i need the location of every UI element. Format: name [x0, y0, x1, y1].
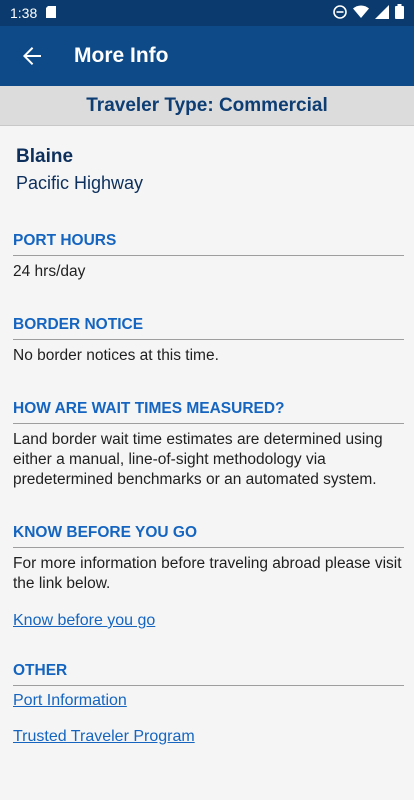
port-header: Blaine Pacific Highway — [0, 126, 414, 194]
page-title: More Info — [74, 44, 169, 67]
know-before-link[interactable]: Know before you go — [13, 612, 155, 630]
traveler-type-label: Traveler Type: Commercial — [86, 94, 328, 116]
trusted-traveler-link[interactable]: Trusted Traveler Program — [13, 728, 195, 746]
battery-icon — [395, 4, 404, 22]
sd-card-icon — [45, 5, 57, 22]
section-other: OTHER Port Information Trusted Traveler … — [0, 662, 414, 746]
port-hours-text: 24 hrs/day — [13, 263, 86, 280]
wifi-icon — [353, 5, 369, 21]
back-button[interactable] — [12, 36, 52, 76]
section-wait-times: HOW ARE WAIT TIMES MEASURED? Land border… — [0, 400, 414, 490]
signal-icon — [375, 4, 389, 22]
section-know-before: KNOW BEFORE YOU GO For more information … — [0, 524, 414, 630]
section-heading: OTHER — [13, 662, 404, 686]
section-border-notice: BORDER NOTICE No border notices at this … — [0, 316, 414, 366]
status-icons — [333, 4, 404, 22]
port-information-link[interactable]: Port Information — [13, 692, 127, 710]
traveler-type-banner: Traveler Type: Commercial — [0, 86, 414, 126]
app-bar: More Info — [0, 26, 414, 86]
wait-times-text: Land border wait time estimates are dete… — [13, 431, 383, 488]
arrow-left-icon — [23, 47, 41, 65]
section-heading: KNOW BEFORE YOU GO — [13, 524, 404, 548]
do-not-disturb-icon — [333, 4, 347, 22]
know-before-text: For more information before traveling ab… — [13, 555, 402, 592]
status-bar: 1:38 — [0, 0, 414, 26]
port-name: Blaine — [16, 146, 74, 167]
section-port-hours: PORT HOURS 24 hrs/day — [0, 232, 414, 282]
section-heading: HOW ARE WAIT TIMES MEASURED? — [13, 400, 404, 424]
section-heading: BORDER NOTICE — [13, 316, 404, 340]
section-heading: PORT HOURS — [13, 232, 404, 256]
status-time: 1:38 — [10, 5, 38, 21]
port-crossing: Pacific Highway — [16, 173, 144, 193]
border-notice-text: No border notices at this time. — [13, 347, 219, 364]
